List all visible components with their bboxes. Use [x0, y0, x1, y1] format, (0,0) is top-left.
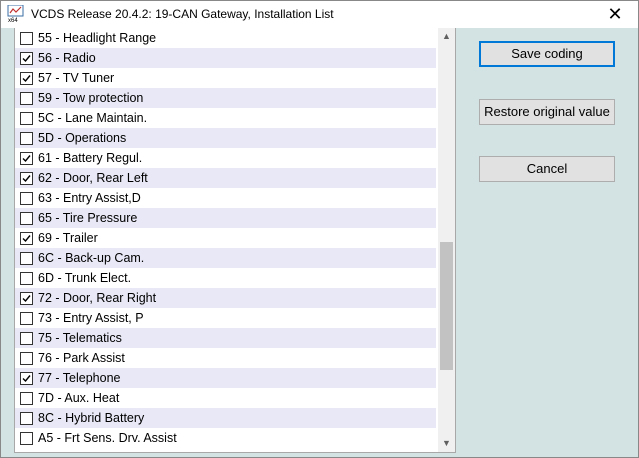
installation-list-window: x64 VCDS Release 20.4.2: 19-CAN Gateway,…	[0, 0, 639, 458]
list-item[interactable]: 77 - Telephone	[15, 368, 436, 388]
installation-list-rows: 55 - Headlight Range 56 - Radio 57 - TV Tu…	[15, 28, 438, 448]
checkbox-unchecked[interactable]	[20, 272, 33, 285]
checkbox-unchecked[interactable]	[20, 192, 33, 205]
list-item-label: 69 - Trailer	[38, 231, 98, 245]
checkbox-unchecked[interactable]	[20, 392, 33, 405]
x64-badge: x64	[8, 18, 18, 23]
checkbox-checked[interactable]	[20, 372, 33, 385]
checkbox-unchecked[interactable]	[20, 432, 33, 445]
checkbox-checked[interactable]	[20, 72, 33, 85]
vertical-scrollbar[interactable]: ▲ ▼	[438, 28, 455, 452]
list-item-label: 59 - Tow protection	[38, 91, 144, 105]
list-item-label: 61 - Battery Regul.	[38, 151, 143, 165]
close-button[interactable]: ✕	[592, 1, 638, 28]
checkmark-icon	[22, 295, 31, 303]
checkbox-unchecked[interactable]	[20, 252, 33, 265]
checkbox-unchecked[interactable]	[20, 32, 33, 45]
list-item[interactable]: 6D - Trunk Elect.	[15, 268, 436, 288]
list-item[interactable]: 63 - Entry Assist,D	[15, 188, 436, 208]
list-item[interactable]: 73 - Entry Assist, P	[15, 308, 436, 328]
checkbox-unchecked[interactable]	[20, 412, 33, 425]
list-item[interactable]: 69 - Trailer	[15, 228, 436, 248]
scroll-up-arrow-icon[interactable]: ▲	[438, 28, 455, 45]
list-item-label: 55 - Headlight Range	[38, 31, 157, 45]
checkbox-checked[interactable]	[20, 172, 33, 185]
restore-original-value-button[interactable]: Restore original value	[479, 99, 615, 125]
list-item[interactable]: 76 - Park Assist	[15, 348, 436, 368]
checkmark-icon	[22, 155, 31, 163]
list-item-label: 62 - Door, Rear Left	[38, 171, 148, 185]
list-item-label: 56 - Radio	[38, 51, 96, 65]
list-item[interactable]: 5C - Lane Maintain.	[15, 108, 436, 128]
installation-list[interactable]: 55 - Headlight Range 56 - Radio 57 - TV Tu…	[14, 28, 456, 453]
checkbox-unchecked[interactable]	[20, 352, 33, 365]
list-item[interactable]: 8C - Hybrid Battery	[15, 408, 436, 428]
list-item-label: 5C - Lane Maintain.	[38, 111, 148, 125]
checkbox-unchecked[interactable]	[20, 112, 33, 125]
checkbox-unchecked[interactable]	[20, 312, 33, 325]
list-item[interactable]: 56 - Radio	[15, 48, 436, 68]
list-item-label: 7D - Aux. Heat	[38, 391, 120, 405]
list-item-label: 72 - Door, Rear Right	[38, 291, 157, 305]
list-item[interactable]: A5 - Frt Sens. Drv. Assist	[15, 428, 436, 448]
list-item-label: 5D - Operations	[38, 131, 127, 145]
title-bar[interactable]: x64 VCDS Release 20.4.2: 19-CAN Gateway,…	[1, 1, 638, 28]
checkmark-icon	[22, 175, 31, 183]
list-item-label: 8C - Hybrid Battery	[38, 411, 145, 425]
checkmark-icon	[22, 75, 31, 83]
scroll-down-arrow-icon[interactable]: ▼	[438, 435, 455, 452]
list-item-label: 76 - Park Assist	[38, 351, 125, 365]
checkbox-checked[interactable]	[20, 232, 33, 245]
list-item[interactable]: 65 - Tire Pressure	[15, 208, 436, 228]
save-coding-button[interactable]: Save coding	[479, 41, 615, 67]
list-item[interactable]: 61 - Battery Regul.	[15, 148, 436, 168]
list-item-label: 75 - Telematics	[38, 331, 122, 345]
list-item-label: 77 - Telephone	[38, 371, 121, 385]
list-item[interactable]: 57 - TV Tuner	[15, 68, 436, 88]
list-item[interactable]: 7D - Aux. Heat	[15, 388, 436, 408]
list-item[interactable]: 62 - Door, Rear Left	[15, 168, 436, 188]
list-item-label: A5 - Frt Sens. Drv. Assist	[38, 431, 177, 445]
list-item[interactable]: 55 - Headlight Range	[15, 28, 436, 48]
checkbox-unchecked[interactable]	[20, 132, 33, 145]
list-item-label: 57 - TV Tuner	[38, 71, 115, 85]
checkmark-icon	[22, 55, 31, 63]
checkbox-unchecked[interactable]	[20, 92, 33, 105]
checkbox-checked[interactable]	[20, 152, 33, 165]
list-item-label: 6C - Back-up Cam.	[38, 251, 145, 265]
checkbox-unchecked[interactable]	[20, 332, 33, 345]
list-item[interactable]: 72 - Door, Rear Right	[15, 288, 436, 308]
cancel-button[interactable]: Cancel	[479, 156, 615, 182]
list-item-label: 65 - Tire Pressure	[38, 211, 138, 225]
list-item[interactable]: 6C - Back-up Cam.	[15, 248, 436, 268]
list-item-label: 6D - Trunk Elect.	[38, 271, 132, 285]
checkbox-unchecked[interactable]	[20, 212, 33, 225]
list-item[interactable]: 5D - Operations	[15, 128, 436, 148]
scrollbar-thumb[interactable]	[440, 242, 453, 370]
vcds-app-icon: x64	[7, 4, 24, 24]
list-item-label: 63 - Entry Assist,D	[38, 191, 141, 205]
checkmark-icon	[22, 235, 31, 243]
list-item[interactable]: 75 - Telematics	[15, 328, 436, 348]
checkbox-checked[interactable]	[20, 292, 33, 305]
list-item-label: 73 - Entry Assist, P	[38, 311, 144, 325]
window-title: VCDS Release 20.4.2: 19-CAN Gateway, Ins…	[31, 7, 334, 21]
checkbox-checked[interactable]	[20, 52, 33, 65]
checkmark-icon	[22, 375, 31, 383]
dialog-client-area: 55 - Headlight Range 56 - Radio 57 - TV Tu…	[1, 28, 638, 457]
list-item[interactable]: 59 - Tow protection	[15, 88, 436, 108]
